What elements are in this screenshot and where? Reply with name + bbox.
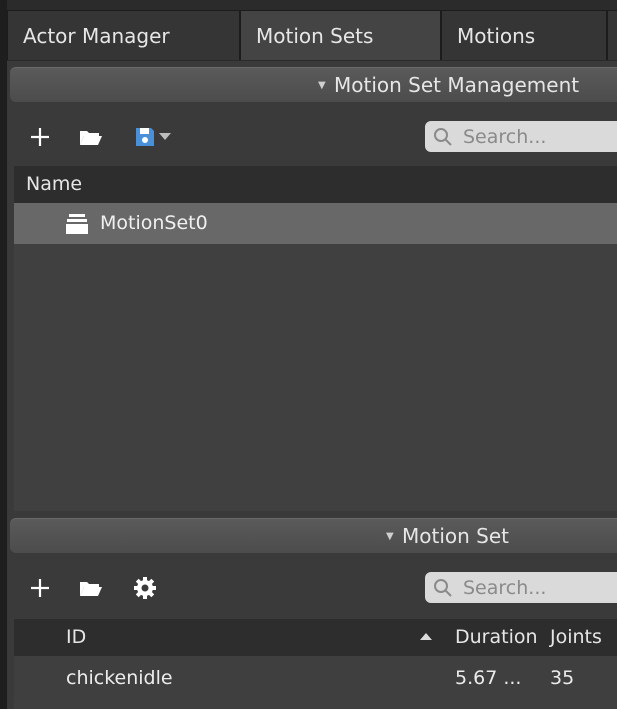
motion-set-tree: MotionSet0: [14, 203, 617, 511]
motion-set-search-input[interactable]: [425, 121, 617, 152]
cell-joints: 35: [550, 667, 575, 689]
cell-id: chickenidle: [66, 667, 173, 689]
open-folder-icon[interactable]: [73, 562, 109, 614]
table-header: ID Duration Joints: [14, 619, 617, 656]
collapse-arrow-icon: ▼: [318, 80, 326, 91]
add-icon[interactable]: [22, 111, 58, 163]
search-field[interactable]: [461, 574, 617, 602]
open-folder-icon[interactable]: [73, 111, 109, 163]
list-item[interactable]: MotionSet0: [14, 203, 617, 244]
section-title: Motion Set: [402, 524, 510, 548]
motion-set-management-header[interactable]: ▼ Motion Set Management: [10, 67, 617, 102]
tab-overflow[interactable]: [607, 10, 617, 60]
sort-ascending-icon: [420, 633, 432, 640]
motion-table: chickenidle 5.67 ... 35: [14, 656, 617, 709]
motion-search-input[interactable]: [425, 572, 617, 603]
motion-sets-panel: ▼ Motion Set Management Name: [7, 61, 617, 709]
dropdown-arrow-icon[interactable]: [154, 111, 176, 163]
collapse-arrow-icon: ▼: [386, 531, 394, 542]
tab-actor-manager[interactable]: Actor Manager: [7, 10, 240, 60]
tab-motions[interactable]: Motions: [441, 10, 607, 60]
tab-bar: Actor Manager Motion Sets Motions: [7, 10, 617, 61]
gear-icon[interactable]: [127, 562, 163, 614]
motion-set-management-toolbar: [10, 111, 617, 163]
section-title: Motion Set Management: [334, 73, 580, 97]
column-header-joints[interactable]: Joints: [550, 619, 602, 656]
cell-duration: 5.67 ...: [455, 667, 522, 689]
motion-set-toolbar: [10, 562, 617, 614]
add-icon[interactable]: [22, 562, 58, 614]
search-icon: [434, 128, 452, 146]
tab-motion-sets[interactable]: Motion Sets: [240, 10, 441, 60]
column-header-duration[interactable]: Duration: [455, 619, 538, 656]
list-item-label: MotionSet0: [100, 212, 208, 234]
motion-set-icon: [66, 214, 88, 234]
name-column-header[interactable]: Name: [14, 166, 617, 203]
search-icon: [434, 579, 452, 597]
window-edge: [0, 0, 7, 709]
table-row[interactable]: chickenidle 5.67 ... 35: [14, 656, 617, 700]
column-header-id[interactable]: ID: [66, 619, 86, 656]
motion-set-header[interactable]: ▼ Motion Set: [10, 518, 617, 553]
search-field[interactable]: [461, 123, 617, 151]
